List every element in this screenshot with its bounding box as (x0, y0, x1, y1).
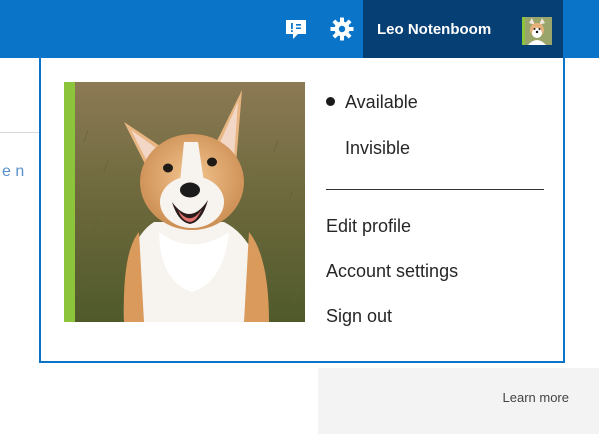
status-available-label: Available (345, 92, 418, 112)
account-settings-link[interactable]: Account settings (326, 261, 458, 282)
background-text-fragment: e n (2, 163, 25, 180)
corgi-photo (64, 82, 305, 322)
status-invisible[interactable]: Invisible (326, 138, 410, 159)
learn-more-link[interactable]: Learn more (503, 390, 569, 405)
screen: e n Learn more Leo Notenboom Available I… (0, 0, 599, 434)
feedback-button[interactable] (276, 0, 316, 58)
top-bar: Leo Notenboom (0, 0, 599, 58)
gear-icon (330, 17, 354, 41)
background-divider (0, 132, 40, 133)
status-invisible-label: Invisible (345, 138, 411, 158)
avatar-icon (522, 17, 552, 45)
status-available[interactable]: Available (326, 92, 418, 113)
profile-photo[interactable] (64, 82, 305, 322)
account-dropdown: Available Invisible Edit profile Account… (39, 58, 565, 363)
sign-out-link[interactable]: Sign out (326, 306, 392, 327)
menu-divider (326, 189, 544, 190)
user-account-button[interactable]: Leo Notenboom (363, 0, 563, 58)
selected-status-dot-icon (326, 96, 335, 106)
settings-button[interactable] (322, 0, 362, 58)
feedback-icon (286, 20, 306, 39)
user-name: Leo Notenboom (377, 20, 492, 38)
edit-profile-link[interactable]: Edit profile (326, 216, 411, 237)
